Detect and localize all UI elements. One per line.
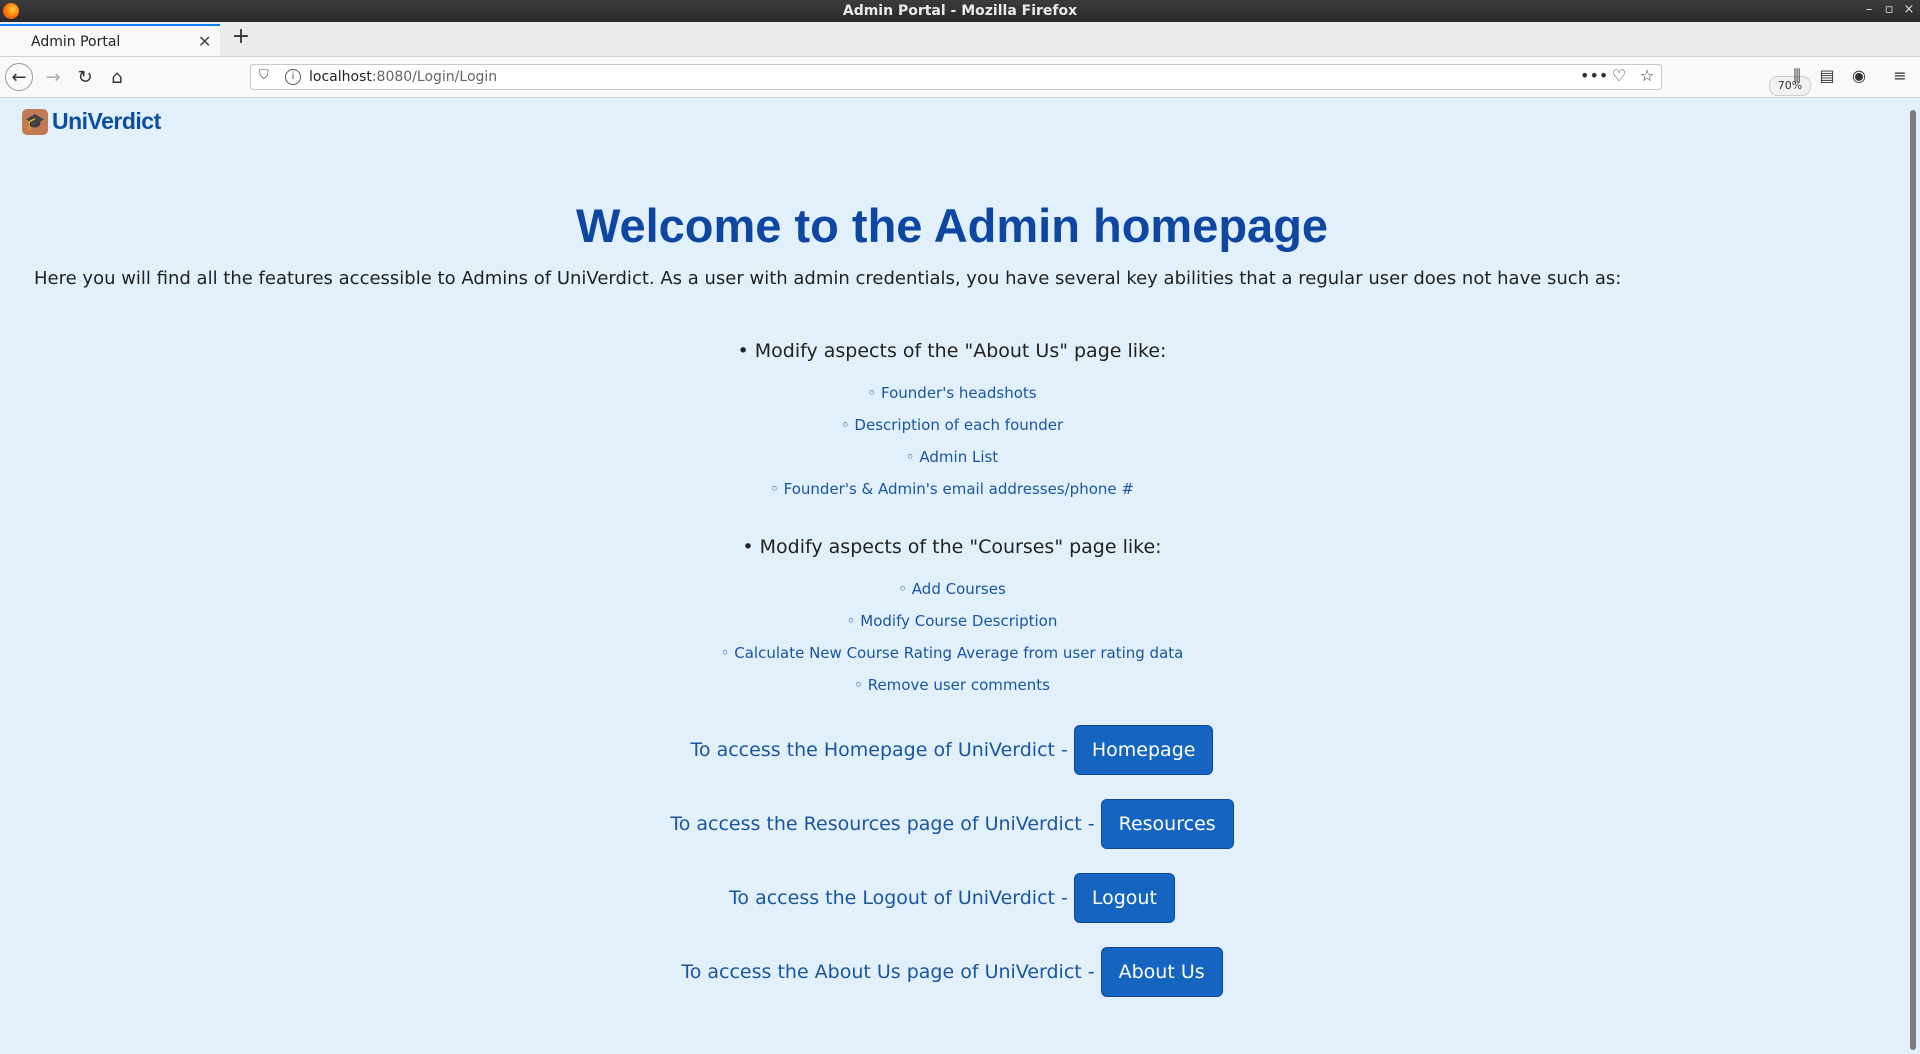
list-item: ◦ Calculate New Course Rating Average fr… bbox=[720, 644, 1184, 662]
access-row-about-us: To access the About Us page of UniVerdic… bbox=[0, 947, 1904, 997]
tab-close-icon[interactable]: ✕ bbox=[198, 32, 211, 51]
access-label: To access the Homepage of UniVerdict - bbox=[690, 739, 1068, 761]
list-item: ◦ Admin List bbox=[905, 448, 999, 466]
brand[interactable]: 🎓 UniVerdict bbox=[22, 108, 161, 135]
resources-button[interactable]: Resources bbox=[1100, 799, 1234, 849]
page-scrollbar[interactable] bbox=[1910, 110, 1916, 1050]
list-item: ◦ Add Courses bbox=[898, 580, 1006, 598]
intro-text: Here you will find all the features acce… bbox=[34, 268, 1622, 289]
tab-title: Admin Portal bbox=[31, 34, 121, 50]
list-item: ◦ Description of each founder bbox=[840, 416, 1064, 434]
list-item: ◦ Founder's & Admin's email addresses/ph… bbox=[770, 480, 1134, 498]
section-title-courses: • Modify aspects of the "Courses" page l… bbox=[742, 536, 1162, 558]
menu-icon[interactable]: ≡ bbox=[1889, 66, 1911, 85]
page-content: 🎓 UniVerdict Welcome to the Admin homepa… bbox=[0, 98, 1904, 1054]
maximize-icon[interactable]: ▫ bbox=[1882, 2, 1896, 17]
access-row-homepage: To access the Homepage of UniVerdict - H… bbox=[0, 725, 1904, 775]
homepage-button[interactable]: Homepage bbox=[1073, 725, 1214, 775]
access-label: To access the Logout of UniVerdict - bbox=[729, 887, 1068, 909]
access-label: To access the About Us page of UniVerdic… bbox=[681, 961, 1095, 983]
new-tab-icon[interactable]: + bbox=[230, 24, 252, 49]
list-item: ◦ Founder's headshots bbox=[867, 384, 1037, 402]
tab-strip: Admin Portal ✕ + bbox=[0, 22, 1920, 57]
home-icon[interactable]: ⌂ bbox=[102, 62, 132, 92]
access-row-logout: To access the Logout of UniVerdict - Log… bbox=[0, 873, 1904, 923]
library-icon[interactable]: ⫼ bbox=[1786, 66, 1808, 86]
site-info-icon[interactable]: i bbox=[285, 69, 301, 85]
url-host: localhost bbox=[309, 69, 372, 85]
access-label: To access the Resources page of UniVerdi… bbox=[670, 813, 1095, 835]
pocket-icon[interactable]: ♡ bbox=[1608, 66, 1630, 85]
sidebar-icon[interactable]: ▤ bbox=[1816, 66, 1838, 85]
brand-name: UniVerdict bbox=[52, 108, 161, 134]
access-row-resources: To access the Resources page of UniVerdi… bbox=[0, 799, 1904, 849]
section-title-about-us: • Modify aspects of the "About Us" page … bbox=[737, 340, 1167, 362]
navigation-toolbar: ← → ↻ ⌂ ⛉ i localhost:8080/Login/Login 7… bbox=[0, 57, 1920, 98]
list-item: ◦ Remove user comments bbox=[854, 676, 1050, 694]
bookmark-star-icon[interactable]: ☆ bbox=[1636, 66, 1658, 85]
page-actions-icon[interactable]: ••• bbox=[1580, 66, 1608, 85]
reload-icon[interactable]: ↻ bbox=[70, 62, 100, 92]
url-text[interactable]: localhost:8080/Login/Login bbox=[309, 69, 497, 85]
back-icon[interactable]: ← bbox=[5, 63, 33, 91]
page-title: Welcome to the Admin homepage bbox=[575, 199, 1329, 252]
about-us-button[interactable]: About Us bbox=[1100, 947, 1223, 997]
forward-icon[interactable]: → bbox=[38, 62, 68, 92]
close-window-icon[interactable]: × bbox=[1902, 2, 1916, 17]
minimize-icon[interactable]: – bbox=[1862, 2, 1876, 17]
tracking-shield-icon[interactable]: ⛉ bbox=[259, 68, 269, 83]
tab-admin-portal[interactable]: Admin Portal ✕ bbox=[0, 24, 220, 56]
list-item: ◦ Modify Course Description bbox=[846, 612, 1058, 630]
account-icon[interactable]: ◉ bbox=[1848, 66, 1870, 85]
graduation-cap-icon: 🎓 bbox=[22, 108, 48, 135]
url-bar[interactable]: ⛉ i localhost:8080/Login/Login 70% bbox=[250, 64, 1811, 96]
window-title: Admin Portal - Mozilla Firefox bbox=[842, 3, 1078, 19]
url-path: :8080/Login/Login bbox=[371, 69, 498, 85]
logout-button[interactable]: Logout bbox=[1073, 873, 1175, 923]
window-titlebar: Admin Portal - Mozilla Firefox – ▫ × bbox=[0, 0, 1920, 22]
